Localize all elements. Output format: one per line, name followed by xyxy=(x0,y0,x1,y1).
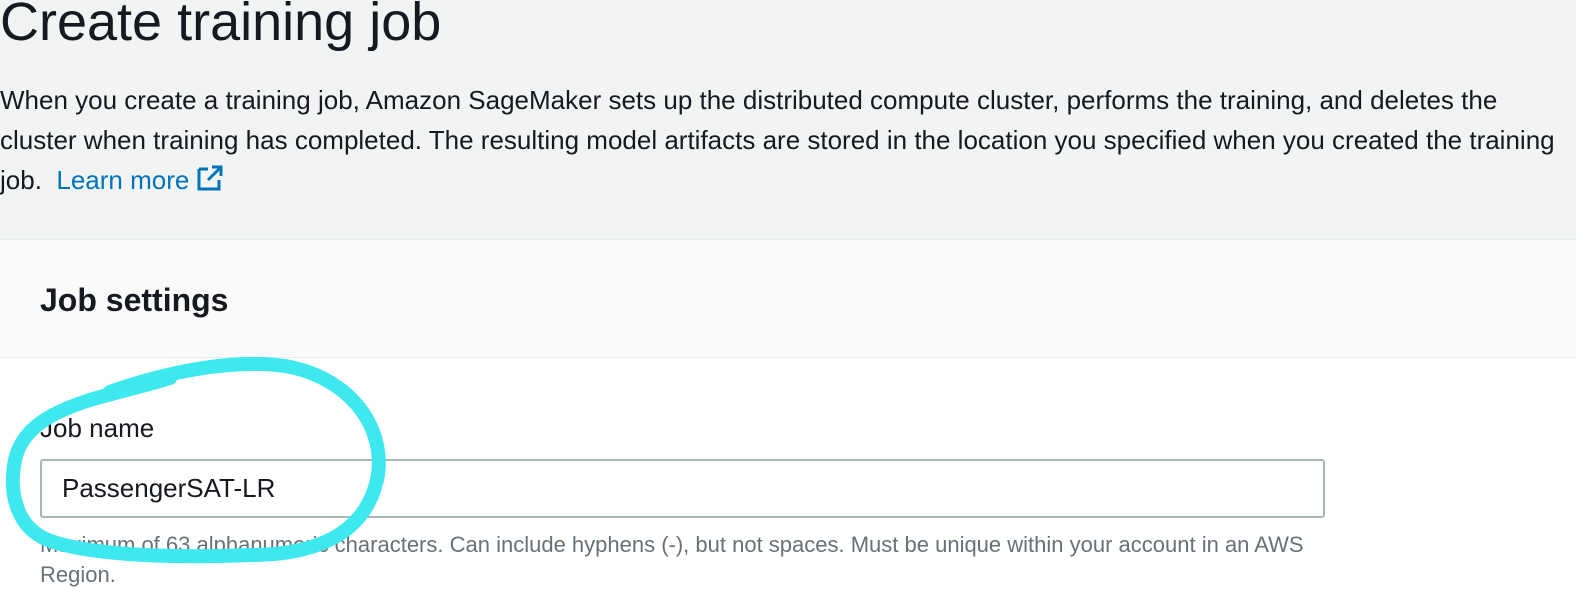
learn-more-label[interactable]: Learn more xyxy=(56,165,189,195)
page-title: Create training job xyxy=(0,0,442,52)
external-link-icon[interactable] xyxy=(195,163,225,193)
create-training-job-page: Create training job When you create a tr… xyxy=(0,0,1576,594)
job-settings-header: Job settings xyxy=(0,240,1576,358)
job-name-input[interactable] xyxy=(40,459,1325,518)
job-settings-title: Job settings xyxy=(40,282,229,318)
job-settings-panel: Job settings Job name Maximum of 63 alph… xyxy=(0,239,1576,594)
learn-more-link[interactable]: Learn more xyxy=(56,165,225,195)
job-name-label: Job name xyxy=(40,413,155,443)
page-description: When you create a training job, Amazon S… xyxy=(0,80,1570,200)
job-name-constraint: Maximum of 63 alphanumeric characters. C… xyxy=(40,532,1304,587)
description-text: When you create a training job, Amazon S… xyxy=(0,85,1555,195)
page-header: Create training job When you create a tr… xyxy=(0,0,1576,240)
